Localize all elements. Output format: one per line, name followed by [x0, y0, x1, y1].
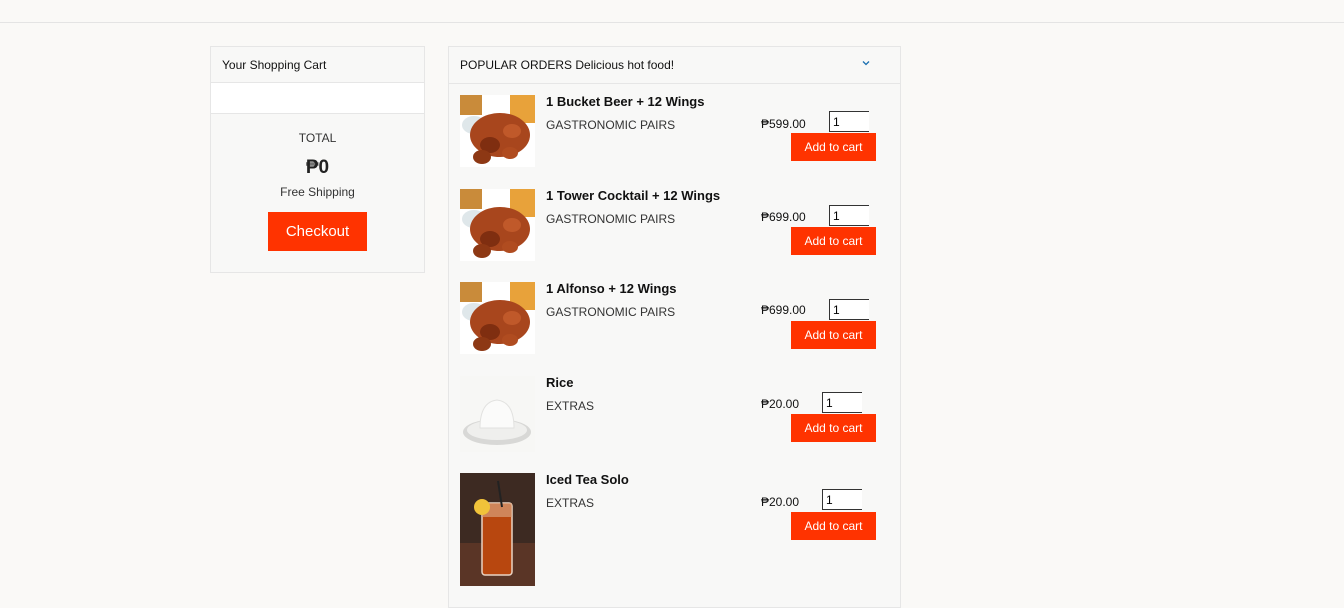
add-to-cart-button[interactable]: Add to cart [791, 133, 876, 161]
item-name: Iced Tea Solo [546, 472, 629, 487]
orders-title: POPULAR ORDERS Delicious hot food! [460, 58, 675, 72]
wings-image [460, 282, 535, 354]
shopping-cart-panel: Your Shopping Cart TOTAL ₱0 Free Shippin… [210, 46, 425, 273]
wings-image [460, 95, 535, 167]
item-category: GASTRONOMIC PAIRS [546, 118, 676, 132]
item-name: 1 Bucket Beer + 12 Wings [546, 94, 705, 109]
add-to-cart-button[interactable]: Add to cart [791, 227, 876, 255]
rice-image [460, 376, 535, 452]
add-to-cart-button[interactable]: Add to cart [791, 512, 876, 540]
list-item: 1 Bucket Beer + 12 Wings GASTRONOMIC PAI… [449, 94, 900, 167]
item-price: ₱20.00 [761, 495, 800, 509]
quantity-input[interactable] [822, 392, 862, 413]
quantity-input[interactable] [829, 299, 869, 320]
cart-title: Your Shopping Cart [211, 47, 424, 83]
cart-items-list [211, 83, 424, 114]
list-item: Iced Tea Solo EXTRAS ₱20.00 Add to cart [449, 472, 900, 587]
quantity-input[interactable] [829, 111, 869, 132]
item-price: ₱699.00 [761, 210, 806, 224]
checkout-button[interactable]: Checkout [268, 212, 367, 251]
item-price: ₱599.00 [761, 117, 806, 131]
item-price: ₱20.00 [761, 397, 800, 411]
list-item: Rice EXTRAS ₱20.00 Add to cart [449, 375, 900, 452]
item-price: ₱699.00 [761, 303, 806, 317]
iced-tea-image [460, 473, 535, 586]
item-name: 1 Tower Cocktail + 12 Wings [546, 188, 721, 203]
item-category: EXTRAS [546, 399, 595, 413]
item-category: EXTRAS [546, 496, 595, 510]
item-category: GASTRONOMIC PAIRS [546, 305, 676, 319]
item-name: Rice [546, 375, 574, 390]
cart-total-label: TOTAL [298, 131, 337, 145]
add-to-cart-button[interactable]: Add to cart [791, 321, 876, 349]
list-item: 1 Alfonso + 12 Wings GASTRONOMIC PAIRS ₱… [449, 281, 900, 354]
quantity-input[interactable] [822, 489, 862, 510]
cart-total-value: ₱0 [305, 157, 330, 178]
item-name: 1 Alfonso + 12 Wings [546, 281, 677, 296]
quantity-input[interactable] [829, 205, 869, 226]
chevron-down-icon[interactable] [861, 58, 871, 68]
shipping-note: Free Shipping [280, 185, 355, 199]
list-item: 1 Tower Cocktail + 12 Wings GASTRONOMIC … [449, 188, 900, 261]
popular-orders-panel: POPULAR ORDERS Delicious hot food! 1 Buc… [448, 46, 901, 608]
top-bar [0, 0, 1344, 23]
item-category: GASTRONOMIC PAIRS [546, 212, 676, 226]
orders-header[interactable]: POPULAR ORDERS Delicious hot food! [449, 47, 900, 84]
wings-image [460, 189, 535, 261]
add-to-cart-button[interactable]: Add to cart [791, 414, 876, 442]
